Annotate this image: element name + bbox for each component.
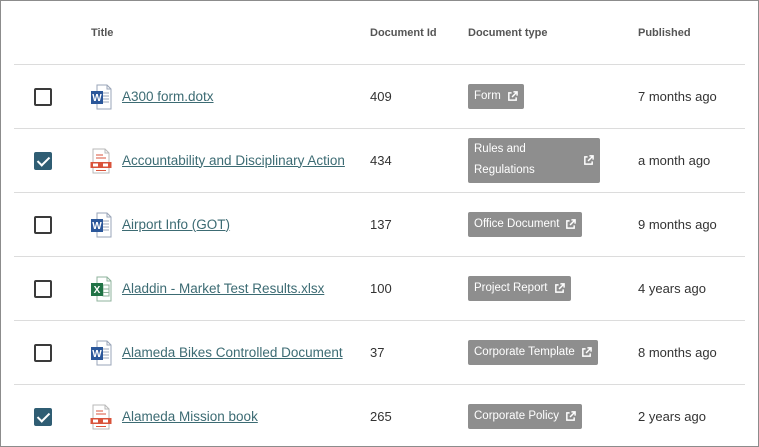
table-row[interactable]: W Alameda Bikes Controlled Document 37 Corp… (14, 320, 745, 385)
row-checkbox[interactable] (34, 215, 52, 234)
svg-text:W: W (92, 349, 102, 360)
title-cell: Airport Info (GOT) (122, 192, 370, 257)
document-type-label: Rules and Regulations (474, 143, 535, 176)
header-document-id[interactable]: Document Id (370, 1, 468, 65)
document-type-cell: Corporate Template (468, 320, 638, 385)
table-row[interactable]: Alameda Mission book 265 Corporate Policy 2… (14, 385, 745, 447)
word-document-icon: W (90, 84, 122, 110)
document-type-label: Form (474, 90, 501, 102)
table-row[interactable]: X Aladdin - Market Test Results.xlsx 100 Pr… (14, 256, 745, 321)
document-type-label: Project Report (474, 282, 548, 294)
published-cell: 9 months ago (638, 192, 745, 257)
row-select-cell (14, 320, 78, 385)
document-type-cell: Form (468, 64, 638, 129)
title-cell: Alameda Mission book (122, 385, 370, 447)
table-row[interactable]: W A300 form.dotx 409 Form 7 months ago (14, 64, 745, 129)
document-type-tag[interactable]: Corporate Policy (468, 404, 583, 429)
documents-table-panel: Title Document Id Document type Publishe… (0, 0, 759, 447)
external-link-icon (581, 347, 592, 357)
header-published[interactable]: Published (638, 1, 745, 65)
document-type-tag[interactable]: Rules and Regulations (468, 138, 600, 183)
external-link-icon (566, 411, 576, 421)
document-type-tag[interactable]: Form (468, 84, 524, 109)
document-type-tag[interactable]: Office Document (468, 212, 583, 237)
word-document-icon: W (90, 212, 122, 238)
title-cell: A300 form.dotx (122, 64, 370, 129)
file-icon-cell: X (78, 256, 122, 321)
title-cell: Aladdin - Market Test Results.xlsx (122, 256, 370, 321)
svg-text:W: W (92, 221, 102, 232)
document-type-label: Corporate Template (474, 346, 575, 358)
document-type-tag[interactable]: Corporate Template (468, 340, 598, 365)
header-document-id-label: Document Id (370, 26, 437, 39)
file-icon-cell: W (78, 64, 122, 129)
row-checkbox[interactable] (34, 87, 52, 106)
header-document-type-label: Document type (468, 26, 548, 39)
documents-table: Title Document Id Document type Publishe… (14, 1, 745, 447)
document-title-link[interactable]: Alameda Bikes Controlled Document (122, 343, 370, 363)
svg-text:X: X (94, 285, 101, 296)
table-row[interactable]: Accountability and Disciplinary Action 43… (14, 128, 745, 193)
row-select-cell (14, 256, 78, 321)
document-type-label: Corporate Policy (474, 410, 560, 422)
document-id-cell: 409 (370, 64, 468, 129)
published-cell: 8 months ago (638, 320, 745, 385)
header-published-label: Published (638, 26, 691, 39)
external-link-icon (507, 91, 518, 101)
row-checkbox[interactable] (34, 279, 52, 298)
external-link-icon (554, 283, 565, 293)
svg-text:W: W (92, 93, 102, 104)
file-icon-cell: W (78, 320, 122, 385)
row-select-cell (14, 64, 78, 129)
file-icon-cell: W (78, 192, 122, 257)
document-title-link[interactable]: Aladdin - Market Test Results.xlsx (122, 279, 370, 299)
document-type-cell: Project Report (468, 256, 638, 321)
table-header-row: Title Document Id Document type Publishe… (14, 1, 745, 65)
document-title-link[interactable]: Airport Info (GOT) (122, 215, 370, 235)
header-title-label: Title (91, 26, 114, 39)
word-document-icon: W (90, 340, 122, 366)
row-select-cell (14, 385, 78, 447)
excel-spreadsheet-icon: X (90, 276, 122, 302)
title-cell: Alameda Bikes Controlled Document (122, 320, 370, 385)
document-type-label: Office Document (474, 218, 560, 230)
document-id-cell: 265 (370, 409, 392, 424)
row-checkbox[interactable] (34, 407, 52, 426)
file-icon-cell (78, 385, 122, 447)
pdf-document-icon (90, 404, 122, 430)
published-cell: a month ago (638, 128, 745, 193)
external-link-icon (566, 219, 577, 229)
document-type-tag[interactable]: Project Report (468, 276, 571, 301)
header-select (14, 1, 78, 65)
published-cell: 4 years ago (638, 256, 745, 321)
document-type-cell: Office Document (468, 192, 638, 257)
title-cell: Accountability and Disciplinary Action (122, 128, 370, 193)
document-id-cell: 434 (370, 128, 468, 193)
external-link-icon (584, 154, 594, 165)
row-select-cell (14, 192, 78, 257)
document-title-link[interactable]: A300 form.dotx (122, 87, 370, 107)
document-id-cell: 137 (370, 192, 468, 257)
pdf-document-icon (90, 148, 122, 174)
document-type-cell: Rules and Regulations (468, 128, 638, 193)
file-icon-cell (78, 128, 122, 193)
document-title-link[interactable]: Accountability and Disciplinary Action (122, 151, 370, 171)
published-cell: 7 months ago (638, 64, 745, 129)
published-cell: 2 years ago (638, 408, 706, 424)
row-checkbox[interactable] (34, 343, 52, 362)
document-type-cell: Corporate Policy (468, 385, 638, 447)
document-title-link[interactable]: Alameda Mission book (122, 407, 370, 427)
document-id-cell: 100 (370, 256, 468, 321)
document-id-cell: 37 (370, 320, 468, 385)
table-row[interactable]: W Airport Info (GOT) 137 Office Document 9 m… (14, 192, 745, 257)
row-select-cell (14, 128, 78, 193)
header-document-type[interactable]: Document type (468, 1, 638, 65)
header-title[interactable]: Title (91, 1, 370, 65)
row-checkbox[interactable] (34, 151, 52, 170)
